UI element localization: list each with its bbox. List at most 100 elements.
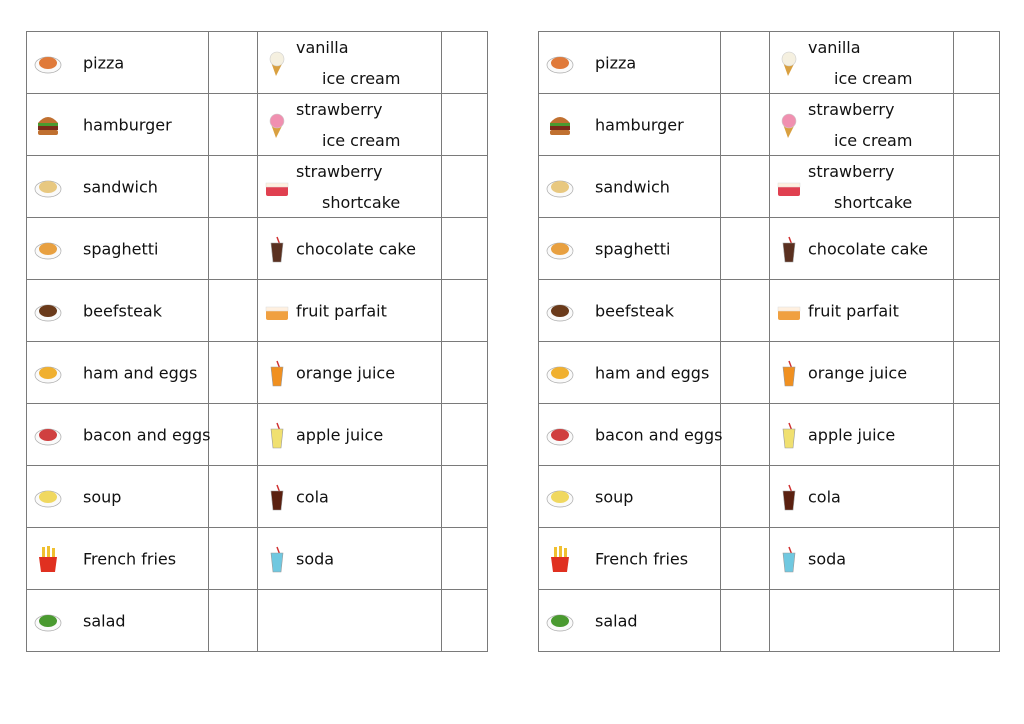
food-label: beefsteak: [83, 301, 162, 320]
dessert-drink-cell: soda: [769, 527, 954, 590]
dessert-drink-cell: orange juice: [257, 341, 442, 404]
orange-juice-icon: [775, 359, 803, 387]
blank-answer-cell: [720, 93, 770, 156]
fruit-parfait-icon: [263, 297, 291, 325]
french-fries-icon: [34, 545, 62, 573]
item-label: apple juice: [296, 425, 384, 444]
soda-icon: [263, 545, 291, 573]
worksheet-table-left: pizza vanilla ice cream hamburger strawber…: [26, 31, 488, 652]
dessert-drink-cell: strawberry ice cream: [257, 93, 442, 156]
blank-answer-cell: [208, 93, 258, 156]
item-label-line1: vanilla: [808, 38, 861, 57]
pizza-icon: [546, 49, 574, 77]
item-label: cola: [808, 487, 841, 506]
dessert-drink-cell: chocolate cake: [257, 217, 442, 280]
item-label: chocolate cake: [296, 239, 416, 258]
item-label-line1: strawberry: [296, 100, 383, 119]
chocolate-cake-icon: [775, 235, 803, 263]
orange-juice-icon: [263, 359, 291, 387]
food-label: soup: [83, 487, 122, 506]
table-row: beefsteak fruit parfait: [538, 279, 1000, 342]
soda-icon: [775, 545, 803, 573]
blank-answer-cell: [953, 217, 1000, 280]
bacon-and-eggs-icon: [34, 421, 62, 449]
blank-answer-cell: [441, 403, 488, 466]
food-cell: pizza: [26, 31, 209, 94]
item-label-line2: ice cream: [322, 69, 401, 88]
table-row: ham and eggs orange juice: [538, 341, 1000, 404]
blank-answer-cell: [953, 155, 1000, 218]
dessert-drink-cell: [769, 589, 954, 652]
food-cell: salad: [538, 589, 721, 652]
item-label: chocolate cake: [808, 239, 928, 258]
fruit-parfait-icon: [775, 297, 803, 325]
dessert-drink-cell: cola: [769, 465, 954, 528]
food-cell: sandwich: [538, 155, 721, 218]
dessert-drink-cell: orange juice: [769, 341, 954, 404]
item-label-line1: strawberry: [808, 100, 895, 119]
vanilla-ice-cream-icon: [775, 49, 803, 77]
hamburger-icon: [34, 111, 62, 139]
chocolate-cake-icon: [263, 235, 291, 263]
food-cell: pizza: [538, 31, 721, 94]
salad-icon: [34, 607, 62, 635]
blank-answer-cell: [720, 403, 770, 466]
blank-answer-cell: [208, 279, 258, 342]
dessert-drink-cell: fruit parfait: [257, 279, 442, 342]
table-row: hamburger strawberry ice cream: [538, 93, 1000, 156]
beefsteak-icon: [34, 297, 62, 325]
dessert-drink-cell: apple juice: [769, 403, 954, 466]
item-label: cola: [296, 487, 329, 506]
item-label-line2: ice cream: [322, 131, 401, 150]
food-cell: beefsteak: [538, 279, 721, 342]
dessert-drink-cell: soda: [257, 527, 442, 590]
soup-icon: [546, 483, 574, 511]
blank-answer-cell: [441, 589, 488, 652]
food-label: salad: [83, 611, 126, 630]
soup-icon: [34, 483, 62, 511]
food-cell: soup: [26, 465, 209, 528]
table-row: beefsteak fruit parfait: [26, 279, 488, 342]
apple-juice-icon: [263, 421, 291, 449]
worksheet-table-right: pizza vanilla ice cream hamburger strawber…: [538, 31, 1000, 652]
table-row: French fries soda: [538, 527, 1000, 590]
food-cell: French fries: [26, 527, 209, 590]
blank-answer-cell: [720, 527, 770, 590]
food-label: bacon and eggs: [595, 425, 723, 444]
ham-and-eggs-icon: [546, 359, 574, 387]
strawberry-ice-cream-icon: [775, 111, 803, 139]
dessert-drink-cell: fruit parfait: [769, 279, 954, 342]
table-row: sandwich strawberry shortcake: [26, 155, 488, 218]
blank-answer-cell: [953, 279, 1000, 342]
dessert-drink-cell: apple juice: [257, 403, 442, 466]
item-label: fruit parfait: [808, 301, 899, 320]
blank-answer-cell: [208, 341, 258, 404]
blank-answer-cell: [441, 217, 488, 280]
food-label: beefsteak: [595, 301, 674, 320]
food-cell: bacon and eggs: [538, 403, 723, 466]
food-cell: beefsteak: [26, 279, 209, 342]
blank-answer-cell: [953, 465, 1000, 528]
food-label: French fries: [595, 549, 689, 568]
item-label: soda: [808, 549, 847, 568]
hamburger-icon: [546, 111, 574, 139]
spaghetti-icon: [34, 235, 62, 263]
strawberry-ice-cream-icon: [263, 111, 291, 139]
ham-and-eggs-icon: [34, 359, 62, 387]
blank-answer-cell: [441, 465, 488, 528]
item-label-line1: strawberry: [808, 162, 895, 181]
food-label: ham and eggs: [83, 363, 198, 382]
strawberry-shortcake-icon: [775, 173, 803, 201]
table-row: pizza vanilla ice cream: [538, 31, 1000, 94]
blank-answer-cell: [441, 31, 488, 94]
food-cell: French fries: [538, 527, 721, 590]
table-row: sandwich strawberry shortcake: [538, 155, 1000, 218]
dessert-drink-cell: strawberry ice cream: [769, 93, 954, 156]
blank-answer-cell: [441, 341, 488, 404]
item-label-line1: strawberry: [296, 162, 383, 181]
food-label: pizza: [83, 53, 125, 72]
blank-answer-cell: [441, 279, 488, 342]
dessert-drink-cell: cola: [257, 465, 442, 528]
food-cell: salad: [26, 589, 209, 652]
food-label: French fries: [83, 549, 177, 568]
